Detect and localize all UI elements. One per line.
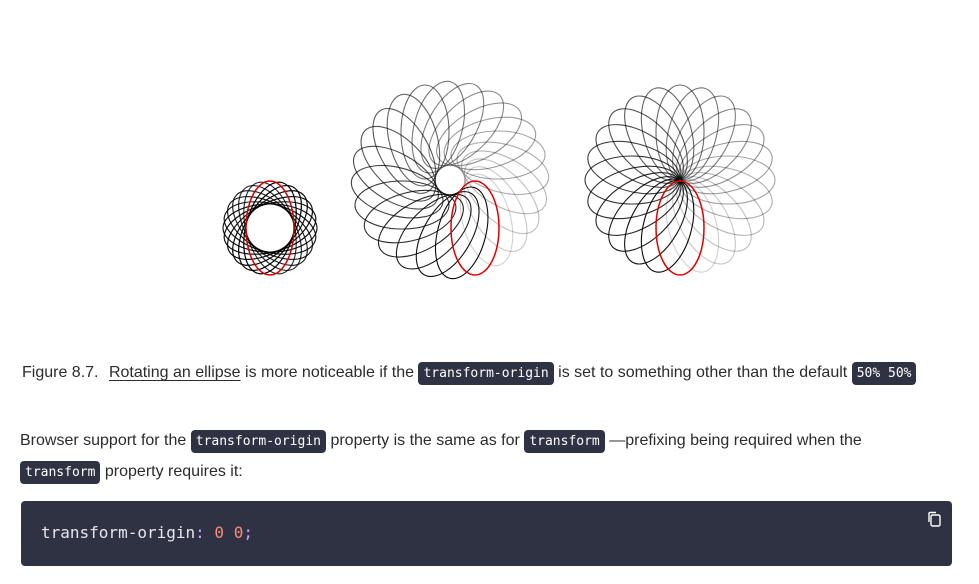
rotated-ellipse <box>232 190 308 266</box>
rotated-ellipse <box>238 185 302 271</box>
para-text-2: property is the same as for <box>330 432 520 449</box>
para-text-3: —prefixing being required when the <box>609 432 862 449</box>
rotated-ellipse <box>232 190 308 266</box>
rotated-ellipse <box>227 196 313 260</box>
rotated-ellipse <box>245 180 295 276</box>
rotated-ellipse <box>415 191 480 278</box>
code-value-2: 0 <box>233 523 244 542</box>
rotated-ellipse <box>238 185 302 271</box>
rotated-ellipse <box>232 190 308 266</box>
code-value-1: 0 <box>214 523 225 542</box>
rotated-ellipse <box>222 203 318 253</box>
rotating-ellipse-figure <box>200 60 800 300</box>
rotated-ellipse <box>400 84 450 180</box>
code-line: transform-origin: 0 0; <box>41 523 253 542</box>
rotated-ellipse <box>238 185 302 271</box>
rotated-ellipse <box>450 130 546 180</box>
caption-text-2: is set to something other than the defau… <box>558 364 848 381</box>
para-text-1: Browser support for the <box>20 432 187 449</box>
code-block: transform-origin: 0 0; <box>21 501 952 566</box>
inline-code-default-value: 50% 50% <box>851 362 917 385</box>
rotated-ellipse <box>450 180 500 276</box>
inline-code-transform-origin-2: transform-origin <box>190 430 326 453</box>
rotated-ellipse <box>352 145 439 210</box>
copy-button[interactable] <box>926 511 942 527</box>
rotated-ellipse <box>238 185 302 271</box>
rotating-ellipse-link[interactable]: Rotating an ellipse <box>109 364 241 381</box>
rotated-ellipse <box>232 190 308 266</box>
rotated-ellipse <box>463 158 540 235</box>
code-property: transform-origin <box>41 523 196 542</box>
inline-code-transform: transform <box>524 430 605 453</box>
ellipse-rotation-center <box>222 180 318 276</box>
rotated-ellipse <box>420 82 485 169</box>
code-colon: : <box>195 523 205 542</box>
code-semicolon: ; <box>243 523 253 542</box>
rotated-ellipse <box>395 193 472 270</box>
ellipse-illustration <box>222 80 776 280</box>
para-text-4: property requires it: <box>104 463 243 480</box>
support-paragraph: Browser support for the transform-origin… <box>20 426 900 488</box>
ellipse-rotation-offset <box>350 80 550 280</box>
rotated-ellipse <box>360 125 437 202</box>
inline-code-transform-2: transform <box>20 461 101 484</box>
rotated-ellipse <box>428 90 505 167</box>
rotated-ellipse <box>354 180 450 230</box>
rotated-ellipse <box>227 196 313 260</box>
rotated-ellipse <box>461 150 548 215</box>
inline-code-transform-origin: transform-origin <box>418 362 554 385</box>
figure-number: Figure 8.7. <box>22 364 99 381</box>
rotated-ellipse <box>227 196 313 260</box>
rotated-ellipse <box>227 196 313 260</box>
ellipse-rotation-corner <box>584 84 776 276</box>
copy-icon <box>928 511 941 527</box>
figure-caption: Figure 8.7. Rotating an ellipse is more … <box>22 360 917 387</box>
caption-text-1: is more noticeable if the <box>245 364 415 381</box>
